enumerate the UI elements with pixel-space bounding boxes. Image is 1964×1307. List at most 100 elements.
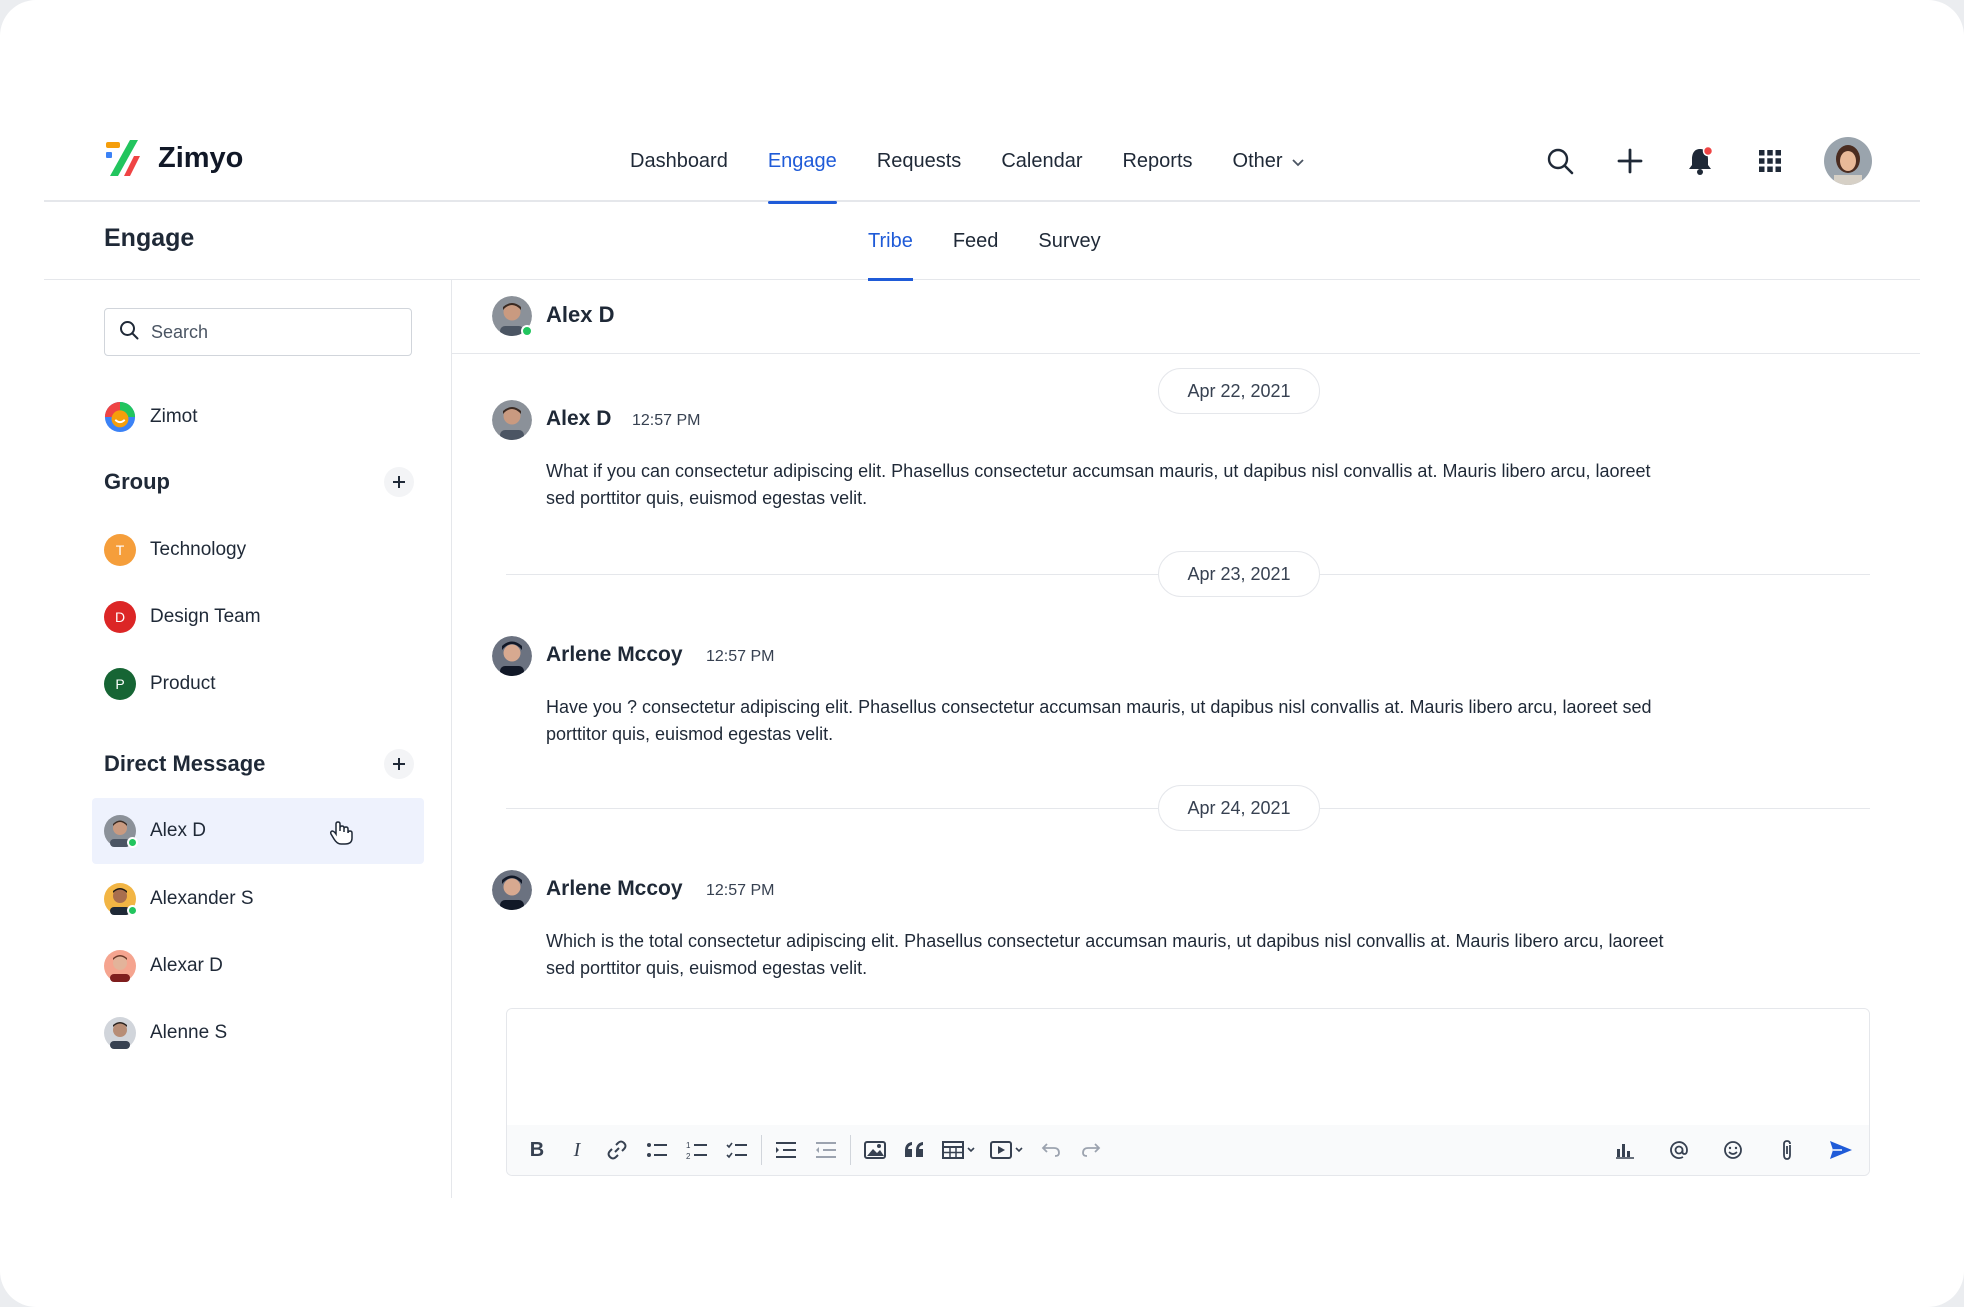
sidebar-item-design-team[interactable]: D Design Team (92, 584, 424, 650)
poll-chart-icon[interactable] (1605, 1130, 1645, 1170)
avatar (104, 1017, 136, 1049)
bold-icon[interactable]: B (517, 1130, 557, 1170)
app-window: Zimyo Dashboard Engage Requests Calendar… (0, 0, 1964, 1307)
page-title: Engage (104, 224, 195, 252)
sidebar: Zimot Group T Technology D Design Team P… (44, 280, 452, 1198)
message-author: Alex D (546, 407, 612, 430)
tab-feed[interactable]: Feed (953, 202, 999, 280)
message-composer: B I 12 (506, 1008, 1870, 1176)
indent-icon[interactable] (766, 1130, 806, 1170)
chevron-down-icon (1291, 150, 1305, 173)
dm-item-alex-d[interactable]: Alex D (92, 798, 424, 864)
message-input[interactable] (507, 1009, 1869, 1125)
chat-header-avatar (492, 296, 533, 337)
online-status-dot (127, 905, 138, 916)
group-section-title: Group (104, 469, 170, 494)
zimyo-logo-icon (104, 138, 144, 178)
outdent-icon[interactable] (806, 1130, 846, 1170)
sidebar-item-label: Design Team (150, 606, 261, 627)
message-time: 12:57 PM (706, 648, 775, 665)
sub-header: Engage Tribe Feed Survey (44, 202, 1920, 281)
dm-item-alexander-s[interactable]: Alexander S (92, 866, 424, 932)
tab-tribe[interactable]: Tribe (868, 202, 913, 281)
engage-tabs: Tribe Feed Survey (868, 202, 1141, 281)
quote-icon[interactable] (895, 1130, 935, 1170)
toolbar-divider (850, 1135, 851, 1165)
message-text: Have you ? consectetur adipiscing elit. … (546, 697, 1652, 744)
nav-dashboard[interactable]: Dashboard (630, 120, 728, 202)
avatar (104, 950, 136, 982)
undo-icon[interactable] (1031, 1130, 1071, 1170)
online-status-dot (521, 325, 533, 337)
message-text: Which is the total consectetur adipiscin… (546, 931, 1664, 978)
message: Alex D 12:57 PM What if you can consecte… (492, 400, 1692, 508)
mention-icon[interactable] (1659, 1130, 1699, 1170)
dm-section-header: Direct Message (104, 746, 414, 782)
date-separator: Apr 24, 2021 (506, 785, 1870, 831)
redo-icon[interactable] (1071, 1130, 1111, 1170)
message-avatar (492, 870, 532, 910)
sidebar-item-label: Technology (150, 539, 247, 560)
toolbar-divider (761, 1135, 762, 1165)
sidebar-item-label: Alexander S (150, 888, 254, 909)
svg-text:2: 2 (686, 1152, 691, 1160)
italic-icon[interactable]: I (557, 1130, 597, 1170)
dm-item-alexar-d[interactable]: Alexar D (92, 933, 424, 999)
message-author: Arlene Mccoy (546, 877, 683, 900)
company-logo-icon (104, 401, 136, 433)
nav-other-label: Other (1232, 149, 1283, 172)
group-initial-badge: P (104, 668, 136, 700)
sidebar-item-label: Alenne S (150, 1022, 228, 1043)
main-nav: Dashboard Engage Requests Calendar Repor… (630, 120, 1345, 204)
date-separator: Apr 23, 2021 (506, 551, 1870, 597)
chat-panel: Alex D Apr 22, 2021 Alex D 12:57 PM What… (452, 280, 1920, 1198)
tab-survey[interactable]: Survey (1038, 202, 1100, 280)
attachment-icon[interactable] (1767, 1130, 1807, 1170)
search-icon (119, 320, 139, 345)
date-pill: Apr 24, 2021 (1158, 785, 1320, 831)
nav-requests[interactable]: Requests (877, 120, 962, 202)
nav-engage[interactable]: Engage (767, 120, 837, 204)
add-group-button[interactable] (384, 467, 414, 497)
apps-grid-icon[interactable] (1750, 141, 1790, 181)
editor-toolbar: B I 12 (507, 1125, 1869, 1175)
hand-cursor-icon (328, 820, 354, 851)
send-icon[interactable] (1821, 1130, 1861, 1170)
avatar (104, 883, 138, 916)
search-field[interactable] (104, 308, 412, 356)
add-icon[interactable] (1610, 141, 1650, 181)
emoji-icon[interactable] (1713, 1130, 1753, 1170)
nav-calendar[interactable]: Calendar (1001, 120, 1082, 202)
image-icon[interactable] (855, 1130, 895, 1170)
sidebar-item-company[interactable]: Zimot (92, 384, 424, 450)
user-avatar[interactable] (1824, 137, 1872, 185)
nav-other[interactable]: Other (1233, 120, 1305, 202)
notification-bell-icon[interactable] (1680, 141, 1720, 181)
sidebar-item-label: Zimot (150, 406, 198, 427)
dm-item-alenne-s[interactable]: Alenne S (92, 1000, 424, 1066)
search-input[interactable] (151, 321, 391, 343)
dm-section-title: Direct Message (104, 751, 266, 776)
checklist-icon[interactable] (717, 1130, 757, 1170)
search-icon[interactable] (1540, 141, 1580, 181)
message-avatar (492, 636, 532, 676)
group-initial-badge: D (104, 601, 136, 633)
sidebar-item-technology[interactable]: T Technology (92, 517, 424, 583)
link-icon[interactable] (597, 1130, 637, 1170)
message: Arlene Mccoy 12:57 PM Which is the total… (492, 870, 1692, 978)
bullet-list-icon[interactable] (637, 1130, 677, 1170)
chat-header: Alex D (452, 280, 1920, 354)
sidebar-item-product[interactable]: P Product (92, 651, 424, 717)
media-embed-icon[interactable] (983, 1130, 1031, 1170)
date-pill: Apr 23, 2021 (1158, 551, 1320, 597)
nav-reports[interactable]: Reports (1122, 120, 1192, 202)
avatar (104, 815, 138, 848)
message-author: Arlene Mccoy (546, 643, 683, 666)
group-section-header: Group (104, 464, 414, 500)
message: Arlene Mccoy 12:57 PM Have you ? consect… (492, 636, 1692, 744)
sidebar-item-label: Alex D (150, 820, 206, 841)
add-dm-button[interactable] (384, 749, 414, 779)
numbered-list-icon[interactable]: 12 (677, 1130, 717, 1170)
table-icon[interactable] (935, 1130, 983, 1170)
brand-logo[interactable]: Zimyo (104, 138, 243, 178)
